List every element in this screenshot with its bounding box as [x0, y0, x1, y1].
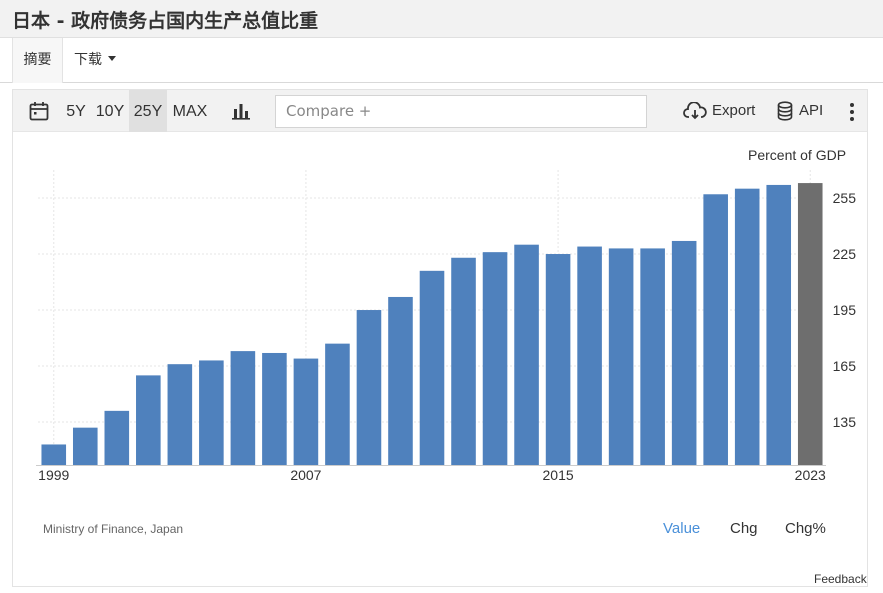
bar-1999	[41, 444, 67, 465]
api-button[interactable]: API	[777, 90, 823, 132]
bar-2010	[388, 296, 413, 465]
range-10y-button[interactable]: 10Y	[93, 90, 127, 132]
y-tick-label: 135	[833, 414, 857, 430]
compare-input[interactable]: Compare +	[275, 95, 647, 128]
calendar-icon[interactable]	[29, 101, 49, 121]
bar-2000	[72, 427, 98, 465]
more-options-icon[interactable]	[847, 102, 857, 122]
range-25y-button[interactable]: 25Y	[129, 90, 167, 132]
x-tick-label: 2023	[795, 467, 826, 483]
bar-2002	[136, 375, 161, 465]
bar-2007	[293, 358, 319, 465]
x-tick-label: 2015	[543, 467, 574, 483]
bar-2015	[545, 254, 571, 465]
bar-2012	[451, 257, 476, 465]
value-mode-button[interactable]: Value	[663, 520, 700, 537]
bar-2006	[262, 352, 287, 465]
bar-chart: 135 165 195 225 255 1999 2007 2015 2023	[36, 170, 857, 483]
database-icon	[777, 101, 793, 121]
unit-label: Percent of GDP	[748, 147, 847, 163]
bar-2013	[482, 252, 508, 465]
page-title: 日本 - 政府债务占国内生产总值比重	[12, 10, 319, 32]
bar-2008	[325, 343, 350, 465]
feedback-link[interactable]: Feedback	[814, 572, 867, 586]
range-5y-button[interactable]: 5Y	[61, 90, 91, 132]
x-tick-label: 2007	[290, 467, 321, 483]
bar-2004	[199, 360, 224, 465]
x-tick-label: 1999	[38, 467, 69, 483]
bar-2005	[230, 351, 256, 465]
y-tick-label: 195	[833, 302, 857, 318]
bar-2018	[640, 248, 665, 465]
tab-bar: 摘要 下载	[0, 38, 883, 83]
bar-2017	[608, 248, 634, 465]
y-tick-label: 225	[833, 246, 857, 262]
range-max-button[interactable]: MAX	[170, 90, 210, 132]
chart-panel: 5Y 10Y 25Y MAX Compare + Export API Perc…	[12, 89, 868, 587]
cloud-download-icon	[683, 102, 707, 120]
caret-down-icon	[108, 55, 116, 61]
chart-type-icon[interactable]	[231, 101, 251, 121]
chart-toolbar: 5Y 10Y 25Y MAX Compare + Export API	[13, 90, 867, 132]
bar-2011	[419, 270, 445, 465]
bar-2001	[104, 410, 130, 465]
y-tick-label: 165	[833, 358, 857, 374]
source-label: Ministry of Finance, Japan	[43, 522, 184, 536]
tab-summary[interactable]: 摘要	[12, 38, 63, 83]
export-button[interactable]: Export	[683, 90, 755, 132]
chg-mode-button[interactable]: Chg	[730, 520, 758, 537]
bar-2009	[356, 310, 382, 465]
y-tick-label: 255	[833, 190, 857, 206]
title-bar: 日本 - 政府债务占国内生产总值比重	[0, 0, 883, 38]
tab-download-label: 下载	[74, 52, 102, 68]
api-label: API	[799, 102, 824, 119]
bar-2014	[514, 244, 539, 465]
bar-2023	[797, 183, 823, 465]
bar-2020	[703, 194, 728, 465]
bar-2022	[766, 184, 792, 465]
bar-2016	[577, 246, 602, 465]
chg-percent-mode-button[interactable]: Chg%	[785, 520, 826, 537]
bar-2019	[671, 240, 697, 465]
bar-2003	[167, 364, 193, 465]
tab-download[interactable]: 下载	[74, 38, 116, 83]
export-label: Export	[712, 102, 756, 119]
bar-2021	[734, 188, 760, 465]
